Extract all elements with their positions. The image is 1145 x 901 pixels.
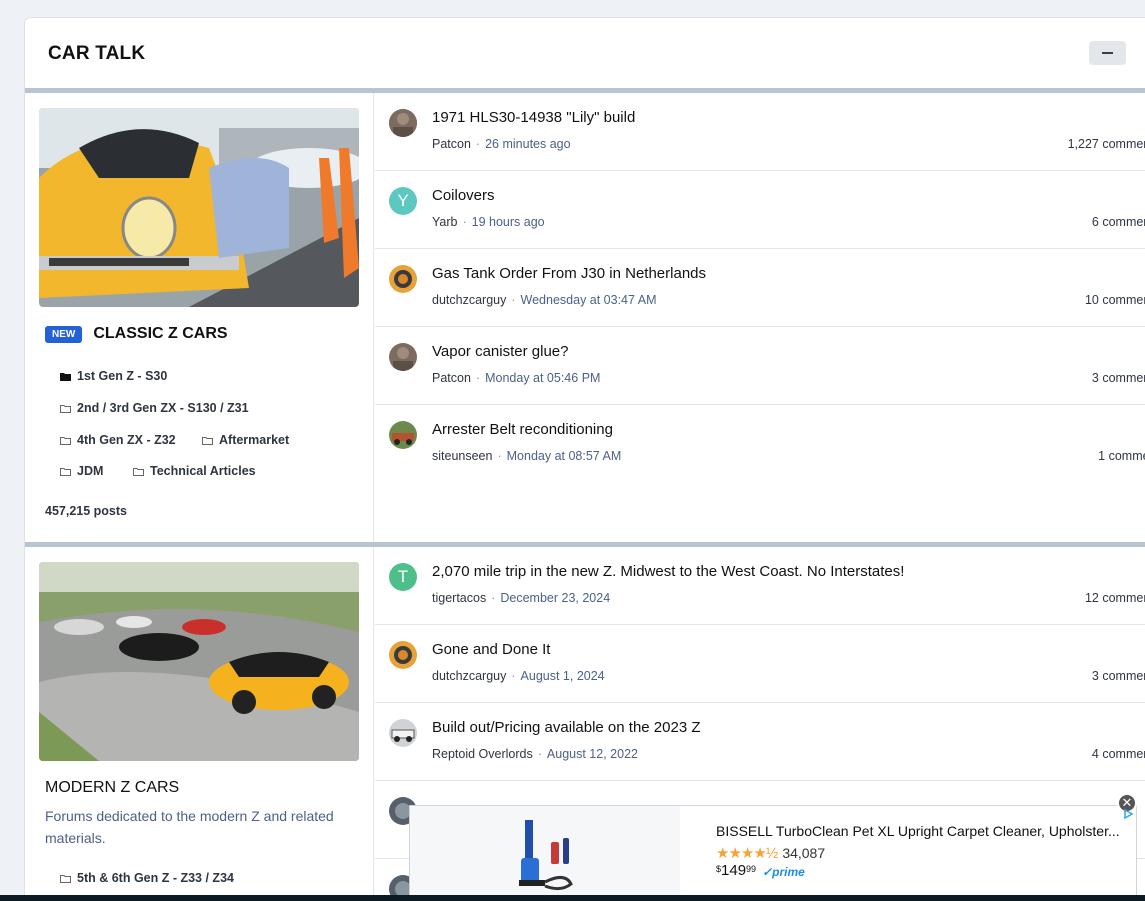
folder-icon: [60, 372, 71, 381]
forum-description: Forums dedicated to the modern Z and rel…: [45, 808, 334, 846]
subforum-aftermarket[interactable]: Aftermarket: [202, 433, 289, 447]
comment-count[interactable]: 1 comment: [1098, 449, 1145, 463]
topic-author[interactable]: Patcon: [432, 371, 471, 385]
topic-time[interactable]: Wednesday at 03:47 AM: [521, 293, 657, 307]
ad-banner[interactable]: BISSELL TurboClean Pet XL Upright Carpet…: [409, 805, 1137, 898]
topic-meta: dutchzcarguy · August 1, 2024: [432, 669, 605, 683]
forum-title[interactable]: CLASSIC Z CARS: [93, 325, 227, 343]
prime-badge: ✓prime: [762, 865, 805, 879]
topic-row: Y Coilovers Yarb·19 hours ago 6 comments: [375, 171, 1145, 249]
topic-time[interactable]: Monday at 05:46 PM: [485, 371, 600, 385]
folder-outline-icon: [60, 404, 71, 413]
comment-count[interactable]: 4 comments: [1092, 747, 1145, 761]
card-header: CAR TALK: [25, 18, 1145, 90]
ad-review-count: 34,087: [782, 845, 826, 861]
subforum-4th-gen[interactable]: 4th Gen ZX - Z32: [60, 433, 176, 447]
topic-row: Build out/Pricing available on the 2023 …: [375, 703, 1145, 781]
topic-title[interactable]: Arrester Belt reconditioning: [432, 421, 613, 438]
folder-outline-icon: [60, 436, 71, 445]
topic-meta: tigertacos · December 23, 2024: [432, 591, 611, 605]
comment-count[interactable]: 12 comments: [1085, 591, 1145, 605]
forum-classic-z: NEW CLASSIC Z CARS 1st Gen Z - S30 2nd /…: [25, 88, 1145, 543]
topic-author[interactable]: Reptoid Overlords: [432, 747, 533, 761]
topic-title[interactable]: 1971 HLS30-14938 "Lily" build: [432, 109, 635, 126]
subforum-1st-gen[interactable]: 1st Gen Z - S30: [60, 369, 167, 383]
topic-title[interactable]: Vapor canister glue?: [432, 343, 568, 360]
new-badge: NEW: [45, 325, 83, 343]
topic-row: Gas Tank Order From J30 in Netherlands d…: [375, 249, 1145, 327]
topic-meta: Patcon · Monday at 05:46 PM: [432, 371, 601, 385]
forum-thumbnail-modern[interactable]: [39, 562, 359, 761]
topic-list: 1971 HLS30-14938 "Lily" build Patcon · 26 …: [375, 93, 1145, 483]
folder-outline-icon: [60, 874, 71, 883]
subforum-jdm[interactable]: JDM: [60, 464, 103, 478]
topic-row: Vapor canister glue? Patcon · Monday at 05…: [375, 327, 1145, 405]
topic-author[interactable]: siteunseen: [432, 449, 492, 463]
comment-count[interactable]: 6 comments: [1092, 215, 1145, 229]
forum-title-row: MODERN Z CARS: [45, 779, 179, 797]
topic-author[interactable]: dutchzcarguy: [432, 669, 506, 683]
page-title: CAR TALK: [48, 43, 146, 64]
comment-count[interactable]: 10 comments: [1085, 293, 1145, 307]
topic-title[interactable]: Gas Tank Order From J30 in Netherlands: [432, 265, 706, 282]
subforum-technical-articles[interactable]: Technical Articles: [133, 464, 256, 478]
avatar[interactable]: [389, 641, 417, 669]
topic-title[interactable]: Build out/Pricing available on the 2023 …: [432, 719, 701, 736]
folder-outline-icon: [133, 467, 144, 476]
folder-outline-icon: [60, 467, 71, 476]
topic-row: T 2,070 mile trip in the new Z. Midwest …: [375, 547, 1145, 625]
topic-time[interactable]: August 12, 2022: [547, 747, 638, 761]
topic-time[interactable]: August 1, 2024: [521, 669, 605, 683]
car-talk-card: CAR TALK NEW CLASSIC Z CARS 1st Gen Z - …: [24, 17, 1145, 901]
forum-title-row: NEW CLASSIC Z CARS: [45, 325, 228, 343]
ad-choices-icon[interactable]: [1122, 808, 1134, 820]
topic-author[interactable]: Yarb: [432, 215, 457, 229]
avatar[interactable]: Y: [389, 187, 417, 215]
topic-time[interactable]: Monday at 08:57 AM: [507, 449, 622, 463]
forum-title[interactable]: MODERN Z CARS: [45, 779, 179, 797]
ad-rating: ★★★★½ 34,087: [716, 844, 825, 862]
comment-count[interactable]: 1,227 comments: [1068, 137, 1145, 151]
ad-price: $149 99 ✓prime: [716, 862, 805, 879]
topic-author[interactable]: dutchzcarguy: [432, 293, 506, 307]
topic-meta: Yarb · 19 hours ago: [432, 215, 545, 229]
avatar[interactable]: [389, 343, 417, 371]
forum-thumbnail-classic[interactable]: [39, 108, 359, 307]
avatar[interactable]: [389, 109, 417, 137]
avatar[interactable]: [389, 421, 417, 449]
topic-meta: Reptoid Overlords · August 12, 2022: [432, 747, 638, 761]
subforum-5th-6th-gen[interactable]: 5th & 6th Gen Z - Z33 / Z34: [60, 871, 234, 885]
folder-outline-icon: [202, 436, 213, 445]
topic-title[interactable]: Gone and Done It: [432, 641, 550, 658]
topic-time[interactable]: 26 minutes ago: [485, 137, 570, 151]
forum-info: NEW CLASSIC Z CARS 1st Gen Z - S30 2nd /…: [25, 93, 374, 543]
ad-title[interactable]: BISSELL TurboClean Pet XL Upright Carpet…: [716, 823, 1126, 839]
subforum-2nd-3rd-gen[interactable]: 2nd / 3rd Gen ZX - S130 / Z31: [60, 401, 249, 415]
comment-count[interactable]: 3 comments: [1092, 669, 1145, 683]
topic-title[interactable]: Coilovers: [432, 187, 495, 204]
ad-product-image[interactable]: [410, 806, 680, 898]
comment-count[interactable]: 3 comments: [1092, 371, 1145, 385]
avatar[interactable]: [389, 719, 417, 747]
avatar[interactable]: T: [389, 563, 417, 591]
topic-meta: siteunseen · Monday at 08:57 AM: [432, 449, 622, 463]
star-rating-icon: ★★★★½: [716, 845, 778, 862]
topic-row: 1971 HLS30-14938 "Lily" build Patcon · 26 …: [375, 93, 1145, 171]
post-count: 457,215 posts: [45, 504, 127, 518]
topic-title[interactable]: 2,070 mile trip in the new Z. Midwest to…: [432, 563, 904, 580]
topic-meta: Patcon · 26 minutes ago: [432, 137, 571, 151]
topic-author[interactable]: Patcon: [432, 137, 471, 151]
topic-row: Gone and Done It dutchzcarguy · August 1, …: [375, 625, 1145, 703]
minus-icon: [1102, 52, 1113, 54]
bottom-bar: [0, 895, 1145, 901]
topic-time[interactable]: 19 hours ago: [472, 215, 545, 229]
topic-author[interactable]: tigertacos: [432, 591, 486, 605]
avatar[interactable]: [389, 265, 417, 293]
topic-meta: dutchzcarguy · Wednesday at 03:47 AM: [432, 293, 657, 307]
topic-time[interactable]: December 23, 2024: [500, 591, 610, 605]
collapse-button[interactable]: [1089, 41, 1126, 65]
forum-info: MODERN Z CARS Forums dedicated to the mo…: [25, 547, 374, 901]
topic-row: Arrester Belt reconditioning siteunseen ·…: [375, 405, 1145, 483]
